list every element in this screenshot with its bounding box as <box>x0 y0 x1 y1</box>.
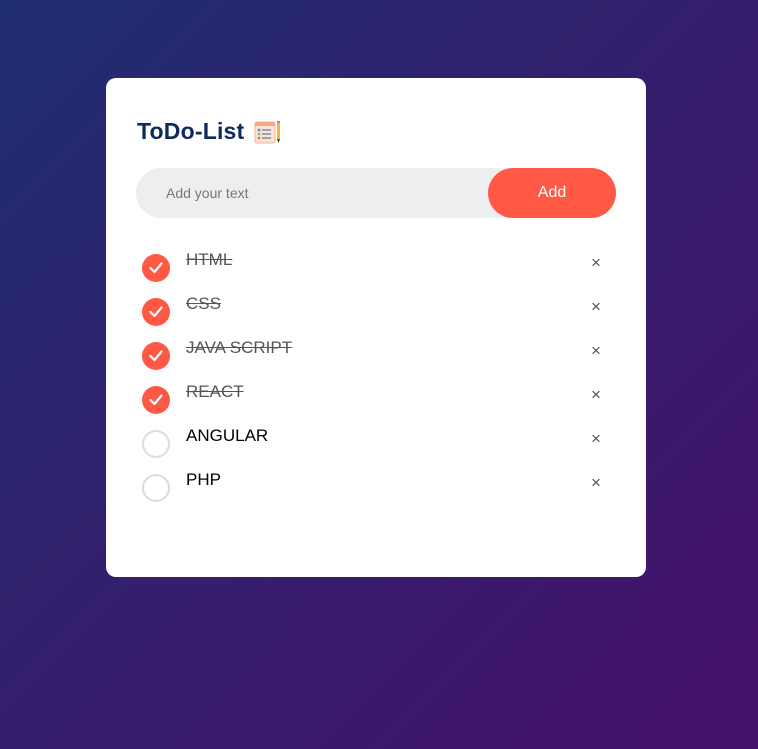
notepad-icon <box>254 119 282 145</box>
close-icon[interactable]: × <box>589 342 603 359</box>
list-item: ANGULAR × <box>142 426 612 474</box>
list-item: CSS × <box>142 294 612 342</box>
checkmark-icon <box>149 262 163 274</box>
list-item-label[interactable]: JAVA SCRIPT <box>186 338 292 358</box>
checkbox-checked[interactable] <box>142 254 170 282</box>
checkmark-icon <box>149 306 163 318</box>
close-icon[interactable]: × <box>589 298 603 315</box>
todo-card: ToDo-List Add your text Add HTML × CSS ×… <box>106 78 646 577</box>
checkmark-icon <box>149 394 163 406</box>
todo-list: HTML × CSS × JAVA SCRIPT × REACT × ANGUL… <box>142 250 612 518</box>
checkbox-checked[interactable] <box>142 386 170 414</box>
close-icon[interactable]: × <box>589 386 603 403</box>
list-item-label[interactable]: HTML <box>186 250 232 270</box>
list-item: JAVA SCRIPT × <box>142 338 612 386</box>
checkmark-icon <box>149 350 163 362</box>
close-icon[interactable]: × <box>589 474 603 491</box>
list-item-label[interactable]: REACT <box>186 382 244 402</box>
add-button[interactable]: Add <box>488 168 616 218</box>
checkbox-unchecked[interactable] <box>142 474 170 502</box>
list-item: HTML × <box>142 250 612 298</box>
close-icon[interactable]: × <box>589 254 603 271</box>
close-icon[interactable]: × <box>589 430 603 447</box>
list-item-label[interactable]: PHP <box>186 470 221 490</box>
list-item: PHP × <box>142 470 612 518</box>
list-item: REACT × <box>142 382 612 430</box>
checkbox-unchecked[interactable] <box>142 430 170 458</box>
checkbox-checked[interactable] <box>142 342 170 370</box>
page-title: ToDo-List <box>137 118 245 144</box>
todo-text-input[interactable] <box>136 168 486 218</box>
checkbox-checked[interactable] <box>142 298 170 326</box>
list-item-label[interactable]: ANGULAR <box>186 426 268 446</box>
add-todo-form: Add <box>136 168 616 218</box>
title-row: ToDo-List <box>137 118 282 145</box>
list-item-label[interactable]: CSS <box>186 294 221 314</box>
